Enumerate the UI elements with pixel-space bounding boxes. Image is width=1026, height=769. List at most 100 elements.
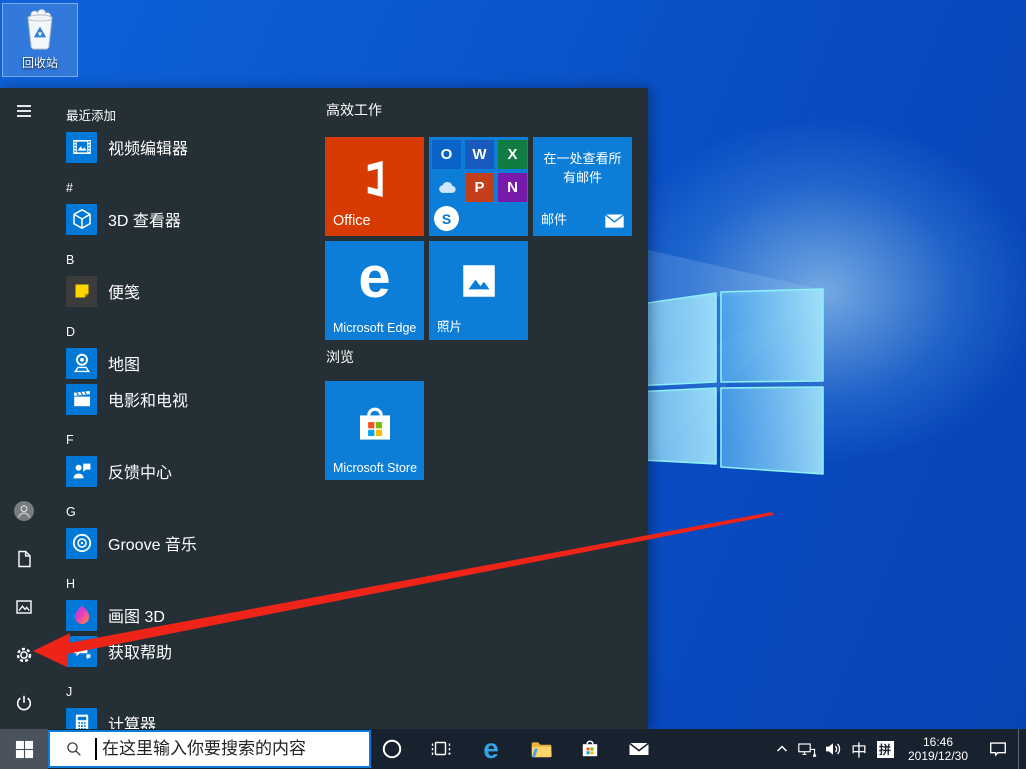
- tile-office[interactable]: Office: [325, 137, 424, 236]
- app-list-item-maps[interactable]: 地图: [66, 345, 322, 381]
- start-menu-rail: [0, 88, 48, 729]
- app-list-item-viewer-3d[interactable]: 3D 查看器: [66, 201, 322, 237]
- speaker-icon: [823, 739, 843, 759]
- tile-mail[interactable]: 在一处查看所有邮件 邮件: [533, 137, 632, 236]
- start-button[interactable]: [0, 729, 48, 769]
- tile-office-label: Office: [333, 213, 371, 229]
- recycle-bin-icon: [18, 7, 62, 53]
- clock-time: 16:46: [923, 735, 953, 749]
- tile-microsoft-edge[interactable]: e Microsoft Edge: [325, 241, 424, 340]
- windows-logo-icon: [15, 740, 34, 759]
- mail-icon: [627, 737, 651, 761]
- text-caret: [95, 738, 97, 760]
- user-account-button[interactable]: [11, 498, 37, 524]
- tile-edge-label: Microsoft Edge: [333, 321, 416, 335]
- app-section-header[interactable]: #: [66, 178, 322, 198]
- powerpoint-icon: P: [465, 173, 494, 202]
- screen: 回收站: [0, 0, 1026, 769]
- paint-3d-icon: [66, 600, 97, 631]
- show-desktop-button[interactable]: [1018, 729, 1026, 769]
- app-list-item-sticky-notes[interactable]: 便笺: [66, 273, 322, 309]
- ime-mode-badge: 拼: [877, 741, 894, 758]
- excel-icon: X: [498, 140, 527, 169]
- sticky-notes-icon: [66, 276, 97, 307]
- tile-microsoft-store[interactable]: Microsoft Store: [325, 381, 424, 480]
- app-label: 画图 3D: [108, 603, 165, 627]
- network-tray-button[interactable]: [794, 729, 820, 769]
- svg-text:?: ?: [78, 643, 83, 653]
- onenote-icon: N: [498, 173, 527, 202]
- edge-icon: e: [483, 735, 499, 763]
- pictures-button[interactable]: [11, 594, 37, 620]
- mail-taskbar-button[interactable]: [619, 729, 659, 769]
- clock[interactable]: 16:46 2019/12/30: [898, 729, 978, 769]
- get-help-icon: ?: [66, 636, 97, 667]
- app-section-header[interactable]: J: [66, 682, 322, 702]
- app-section-header[interactable]: G: [66, 502, 322, 522]
- action-center-button[interactable]: [978, 729, 1018, 769]
- documents-button[interactable]: [11, 546, 37, 572]
- tile-group-header-productivity[interactable]: 高效工作: [326, 100, 382, 120]
- app-label: 获取帮助: [108, 639, 172, 663]
- mail-tile-message: 在一处查看所有邮件: [538, 149, 627, 187]
- viewer-3d-icon: [66, 204, 97, 235]
- tile-mail-label: 邮件: [541, 209, 567, 228]
- recycle-bin-label: 回收站: [22, 54, 58, 71]
- app-list-item-groove-music[interactable]: Groove 音乐: [66, 525, 322, 561]
- photos-icon: [458, 260, 500, 302]
- tile-photos-label: 照片: [437, 316, 462, 335]
- app-list-item-calculator[interactable]: 计算器: [66, 705, 322, 729]
- app-label: 电影和电视: [108, 387, 188, 411]
- action-center-icon: [988, 739, 1008, 759]
- app-list-item-feedback-hub[interactable]: 反馈中心: [66, 453, 322, 489]
- hidden-icons-button[interactable]: [770, 729, 794, 769]
- groove-music-icon: [66, 528, 97, 559]
- taskbar-search[interactable]: [48, 730, 371, 768]
- app-list-item-paint-3d[interactable]: 画图 3D: [66, 597, 322, 633]
- app-list-item-video-editor[interactable]: 视频编辑器: [66, 129, 322, 165]
- app-list-item-get-help[interactable]: ? 获取帮助: [66, 633, 322, 669]
- office-logo-icon: [352, 156, 398, 202]
- app-label: 3D 查看器: [108, 207, 181, 231]
- app-section-header[interactable]: 最近添加: [66, 106, 322, 126]
- app-label: 计算器: [108, 711, 156, 729]
- app-section-header[interactable]: D: [66, 322, 322, 342]
- user-avatar-icon: [14, 501, 34, 521]
- taskbar: e: [0, 729, 1026, 769]
- edge-taskbar-button[interactable]: e: [471, 729, 511, 769]
- tile-group-header-browse[interactable]: 浏览: [326, 347, 354, 367]
- cortana-button[interactable]: [372, 729, 412, 769]
- store-taskbar-button[interactable]: [570, 729, 610, 769]
- hamburger-icon: [14, 101, 34, 121]
- app-section-header[interactable]: B: [66, 250, 322, 270]
- tile-photos[interactable]: 照片: [429, 241, 528, 340]
- onedrive-icon: [432, 173, 461, 202]
- start-menu: 最近添加视频编辑器 #3D 查看器 B 便笺 D 地图电影和电视 F 反馈中心 G Groove …: [0, 88, 648, 729]
- search-icon: [65, 740, 83, 758]
- settings-button[interactable]: [11, 642, 37, 668]
- word-icon: W: [465, 140, 494, 169]
- app-label: 视频编辑器: [108, 135, 188, 159]
- power-button[interactable]: [11, 690, 37, 716]
- ime-language-indicator[interactable]: 中: [846, 729, 872, 769]
- chevron-up-icon: [774, 741, 790, 757]
- ime-mode-indicator[interactable]: 拼: [872, 729, 898, 769]
- tile-office-apps[interactable]: O W X P N S: [429, 137, 528, 236]
- search-input[interactable]: [100, 738, 369, 760]
- cortana-icon: [381, 738, 403, 760]
- app-list-item-movies-tv[interactable]: 电影和电视: [66, 381, 322, 417]
- document-icon: [14, 549, 34, 569]
- ime-language-label: 中: [851, 737, 867, 761]
- recycle-bin-desktop-icon[interactable]: 回收站: [2, 3, 78, 77]
- folder-icon: [529, 737, 554, 762]
- app-section-header[interactable]: H: [66, 574, 322, 594]
- file-explorer-button[interactable]: [521, 729, 561, 769]
- expand-menu-button[interactable]: [11, 98, 37, 124]
- maps-icon: [66, 348, 97, 379]
- volume-tray-button[interactable]: [820, 729, 846, 769]
- app-section-header[interactable]: F: [66, 430, 322, 450]
- app-label: Groove 音乐: [108, 531, 197, 555]
- mail-envelope-icon: [604, 212, 625, 230]
- app-label: 便笺: [108, 279, 140, 303]
- task-view-button[interactable]: [421, 729, 461, 769]
